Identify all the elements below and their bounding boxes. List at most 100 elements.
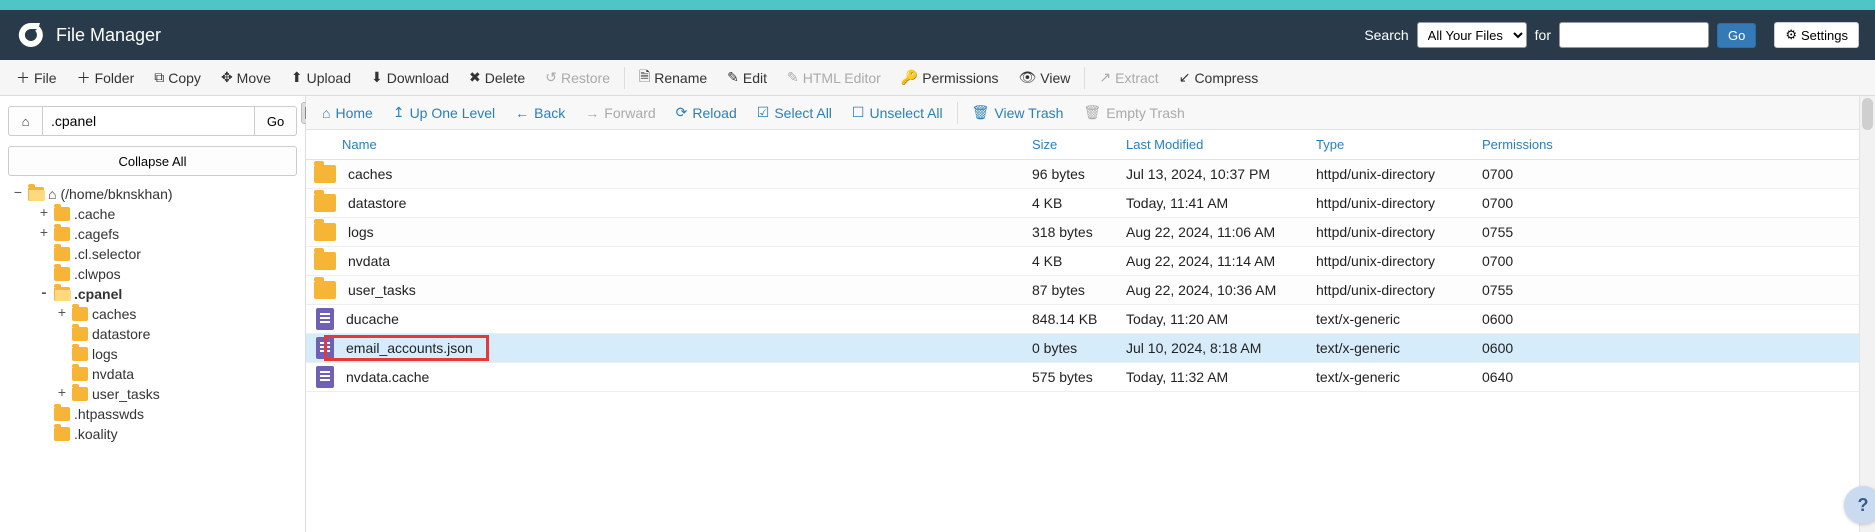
folder-closed-icon: [54, 207, 70, 221]
search-input[interactable]: [1559, 22, 1709, 48]
nav-home-button[interactable]: ⌂Home: [312, 101, 383, 125]
folder-closed-icon: [54, 407, 70, 421]
expand-sign[interactable]: +: [56, 386, 68, 402]
folder-button[interactable]: ＋Folder: [67, 64, 145, 92]
scrollbar-thumb[interactable]: [1862, 98, 1873, 130]
folder-closed-icon: [54, 227, 70, 241]
tree-item-cagefs[interactable]: +.cagefs: [8, 224, 297, 244]
search-go-button[interactable]: Go: [1717, 23, 1756, 48]
file-name: nvdata.cache: [346, 369, 429, 385]
col-size[interactable]: Size: [1032, 137, 1126, 152]
file-row[interactable]: nvdata4 KBAug 22, 2024, 11:14 AMhttpd/un…: [306, 247, 1875, 276]
up-one-level-button[interactable]: ↥Up One Level: [383, 100, 505, 125]
tree-item-clselector[interactable]: +.cl.selector: [8, 244, 297, 264]
file-icon: [316, 308, 334, 330]
download-button[interactable]: ⬇Download: [361, 65, 459, 90]
delete-button[interactable]: ✖Delete: [459, 65, 535, 90]
cell-name: email_accounts.json: [306, 337, 1032, 359]
folder-icon: [314, 194, 336, 212]
file-row[interactable]: user_tasks87 bytesAug 22, 2024, 10:36 AM…: [306, 276, 1875, 305]
plus-icon: ＋: [77, 68, 91, 88]
tree-item-datastore[interactable]: +datastore: [8, 324, 297, 344]
folder-icon: [314, 223, 336, 241]
path-input[interactable]: [42, 106, 255, 136]
collapse-sign[interactable]: −: [12, 186, 24, 202]
col-permissions[interactable]: Permissions: [1482, 137, 1572, 152]
search-scope-select[interactable]: All Your Files: [1417, 22, 1527, 48]
path-go-button[interactable]: Go: [255, 106, 297, 136]
view-trash-button[interactable]: 🗑View Trash: [962, 100, 1074, 125]
file-row[interactable]: caches96 bytesJul 13, 2024, 10:37 PMhttp…: [306, 160, 1875, 189]
tree-item-cache[interactable]: + .cache: [8, 204, 297, 224]
gear-icon: ⚙: [1785, 27, 1797, 43]
cell-modified: Today, 11:32 AM: [1126, 369, 1316, 385]
file-button[interactable]: ＋File: [6, 64, 67, 92]
edit-button[interactable]: ✎Edit: [717, 65, 777, 90]
collapse-sign[interactable]: -: [38, 286, 50, 302]
folder-tree: − ⌂ (/home/bknskhan) +.cache+.cagefs+.cl…: [8, 184, 297, 444]
collapse-all-button[interactable]: Collapse All: [8, 146, 297, 176]
cell-modified: Aug 22, 2024, 10:36 AM: [1126, 282, 1316, 298]
cell-modified: Jul 13, 2024, 10:37 PM: [1126, 166, 1316, 182]
cell-permissions: 0600: [1482, 340, 1572, 356]
top-decoration: [0, 0, 1875, 10]
file-row[interactable]: datastore4 KBToday, 11:41 AMhttpd/unix-d…: [306, 189, 1875, 218]
unselect-all-button[interactable]: ☐Unselect All: [842, 100, 953, 125]
compress-button[interactable]: ↙Compress: [1169, 65, 1269, 90]
file-grid: Name Size Last Modified Type Permissions…: [306, 130, 1875, 532]
tree-label: user_tasks: [92, 386, 160, 402]
move-button[interactable]: ✥Move: [211, 65, 281, 90]
permissions-button[interactable]: 🔑Permissions: [891, 65, 1009, 90]
folder-closed-icon: [72, 327, 88, 341]
expand-sign[interactable]: +: [56, 306, 68, 322]
tree-item-user_tasks[interactable]: + user_tasks: [8, 384, 297, 404]
tree-label: datastore: [92, 326, 150, 342]
expand-sign[interactable]: +: [38, 226, 50, 242]
upload-button[interactable]: ⬆Upload: [281, 65, 361, 90]
home-button[interactable]: ⌂: [8, 106, 42, 136]
eye-icon: 👁: [1019, 69, 1037, 86]
col-type[interactable]: Type: [1316, 137, 1482, 152]
cell-permissions: 0700: [1482, 195, 1572, 211]
file-name: caches: [348, 166, 392, 182]
tree-item-koality[interactable]: +.koality: [8, 424, 297, 444]
help-button[interactable]: ?: [1844, 486, 1875, 524]
tree-label: .cache: [74, 206, 115, 222]
file-row[interactable]: logs318 bytesAug 22, 2024, 11:06 AMhttpd…: [306, 218, 1875, 247]
cell-type: httpd/unix-directory: [1316, 253, 1482, 269]
tree-item-clwpos[interactable]: +.clwpos: [8, 264, 297, 284]
toolbar-separator: [957, 102, 958, 124]
vertical-scrollbar[interactable]: ?: [1859, 96, 1875, 532]
cell-type: text/x-generic: [1316, 311, 1482, 327]
tree-item-htpasswds[interactable]: +.htpasswds: [8, 404, 297, 424]
cell-permissions: 0640: [1482, 369, 1572, 385]
expand-sign[interactable]: +: [38, 206, 50, 222]
copy-button[interactable]: ⧉Copy: [144, 65, 211, 90]
content-toolbar: ⌂Home ↥Up One Level ←Back →Forward ⟳Relo…: [306, 96, 1875, 130]
file-row[interactable]: ducache848.14 KBToday, 11:20 AMtext/x-ge…: [306, 305, 1875, 334]
file-row[interactable]: nvdata.cache575 bytesToday, 11:32 AMtext…: [306, 363, 1875, 392]
empty-trash-button: 🗑Empty Trash: [1073, 100, 1194, 125]
tree-item-caches[interactable]: +caches: [8, 304, 297, 324]
tree-root[interactable]: − ⌂ (/home/bknskhan): [8, 184, 297, 204]
col-modified[interactable]: Last Modified: [1126, 137, 1316, 152]
view-button[interactable]: 👁View: [1009, 65, 1081, 90]
plus-icon: ＋: [16, 68, 30, 88]
back-icon: ←: [515, 105, 529, 121]
tree-item-nvdata[interactable]: +nvdata: [8, 364, 297, 384]
tree-item-logs[interactable]: +logs: [8, 344, 297, 364]
back-button[interactable]: ←Back: [505, 101, 575, 125]
tree-label: (/home/bknskhan): [60, 186, 172, 202]
select-all-button[interactable]: ☑Select All: [747, 100, 842, 125]
reload-button[interactable]: ⟳Reload: [666, 100, 747, 125]
settings-button[interactable]: ⚙ Settings: [1774, 22, 1859, 48]
cpanel-logo-icon: [16, 20, 46, 50]
col-name[interactable]: Name: [306, 137, 1032, 152]
tree-item-cpanel[interactable]: -.cpanel: [8, 284, 297, 304]
reload-icon: ⟳: [676, 104, 688, 121]
upload-icon: ⬆: [291, 69, 303, 86]
folder-open-icon: [28, 187, 44, 201]
file-row[interactable]: email_accounts.json0 bytesJul 10, 2024, …: [306, 334, 1875, 363]
cell-size: 96 bytes: [1032, 166, 1126, 182]
rename-button[interactable]: 🗎Rename: [629, 62, 717, 94]
